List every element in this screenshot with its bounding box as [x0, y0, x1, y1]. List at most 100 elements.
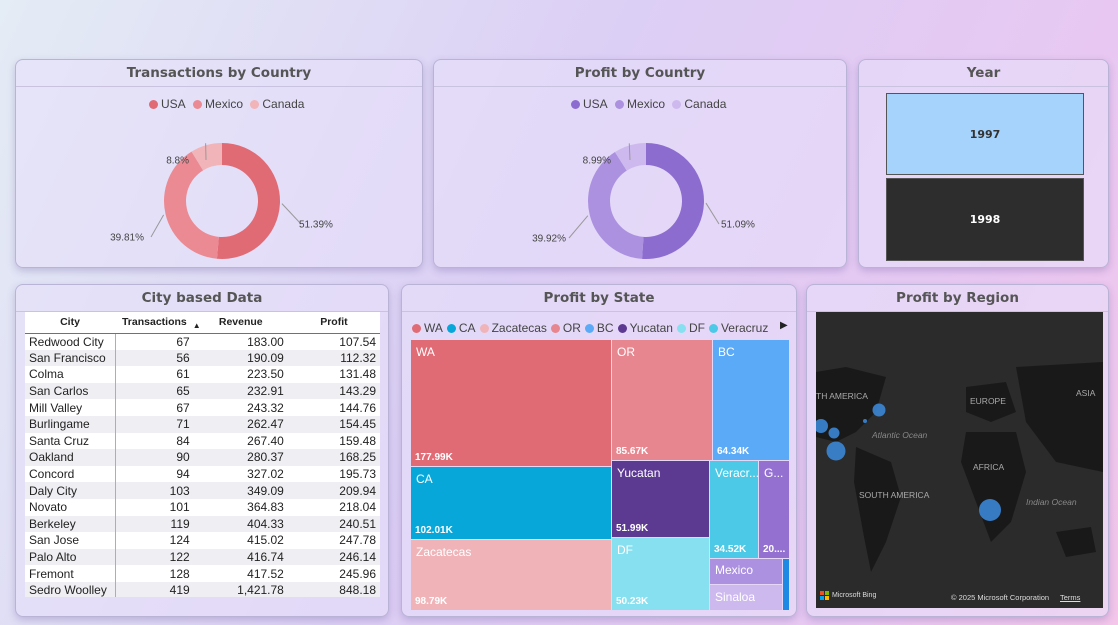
table-cell: 154.45	[287, 415, 380, 433]
treemap-cell-zacatecas[interactable]: Zacatecas 98.79K	[411, 540, 611, 610]
leader-line	[568, 215, 589, 239]
table-row[interactable]: Concord 94 327.02 195.73	[25, 465, 380, 483]
donut-slice-usa[interactable]	[216, 143, 281, 259]
table-row[interactable]: Burlingame 71 262.47 154.45	[25, 415, 380, 433]
legend-dot	[550, 323, 560, 333]
legend-item[interactable]: BC	[584, 321, 614, 335]
table-row[interactable]: Fremont 128 417.52 245.96	[25, 565, 380, 582]
legend-item[interactable]: Veracruz	[708, 321, 768, 335]
legend-item[interactable]: DF	[676, 321, 705, 335]
transactions-chart-title: Transactions by Country	[16, 60, 422, 87]
table-cell: 240.51	[287, 515, 380, 533]
table-row[interactable]: Palo Alto 122 416.74 246.14	[25, 548, 380, 566]
treemap-cell-ca[interactable]: CA 102.01K	[411, 467, 611, 539]
table-row[interactable]: Novato 101 364.83 218.04	[25, 498, 380, 516]
map-bubble[interactable]	[826, 441, 846, 461]
table-row[interactable]: San Jose 124 415.02 247.78	[25, 532, 380, 549]
year-option-label: 1998	[969, 213, 1001, 226]
table-cell: 131.48	[339, 367, 376, 382]
treemap-cell-g[interactable]: G... 20....	[759, 461, 789, 558]
table-cell: 243.32	[247, 400, 284, 415]
table-cell: San Carlos	[25, 382, 116, 400]
bing-attribution: Microsoft Bing	[820, 591, 876, 600]
map-bubble[interactable]	[863, 419, 867, 423]
table-cell: 61	[176, 367, 190, 382]
table-cell: Santa Cruz	[25, 432, 116, 450]
treemap-cell-veracruz[interactable]: Veracr... 34.52K	[710, 461, 758, 558]
table-cell: 415.02	[247, 533, 284, 548]
year-option-1997[interactable]: 1997	[886, 93, 1084, 175]
treemap-cell-bc[interactable]: BC 64.34K	[713, 340, 789, 460]
column-header-transactions[interactable]: Transactions	[115, 312, 194, 334]
year-option-label: 1997	[969, 127, 1001, 141]
treemap-cell-other[interactable]	[783, 559, 789, 610]
leader-line	[150, 214, 165, 238]
table-row[interactable]: Oakland 90 280.37 168.25	[25, 449, 380, 466]
map-bubble[interactable]	[828, 427, 840, 439]
legend-item[interactable]: CA	[446, 321, 476, 335]
table-cell: 122	[115, 548, 194, 566]
scrollbar-thumb[interactable]	[388, 316, 389, 356]
cell-value: 102.01K	[415, 525, 453, 536]
table-cell: Concord	[25, 465, 116, 483]
legend-dot	[412, 323, 421, 333]
treemap-cell-wa[interactable]: WA 177.99K	[411, 340, 611, 466]
data-label: 51.39%	[299, 220, 333, 231]
legend-item[interactable]: Yucatan	[617, 321, 673, 335]
table-row[interactable]: Mill Valley 67 243.32 144.76	[25, 399, 380, 416]
treemap-cell-mexico[interactable]: Mexico	[710, 559, 782, 584]
map-bubble[interactable]	[979, 499, 1001, 521]
table-row[interactable]: Redwood City 67 183.00 107.54	[25, 333, 380, 350]
column-header-city[interactable]: City	[25, 312, 116, 334]
table-row[interactable]: San Carlos 65 232.91 143.29	[25, 382, 380, 400]
year-option-1998[interactable]: 1998	[886, 178, 1084, 261]
table-row[interactable]: Santa Cruz 84 267.40 159.48	[25, 432, 380, 450]
treemap-cell-yucatan[interactable]: Yucatan 51.99K	[612, 461, 709, 537]
table-cell: 107.54	[339, 334, 376, 349]
table-cell: 67	[176, 400, 190, 415]
city-table-body: Redwood City 67 183.00 107.54 San Francisco 5…	[25, 333, 380, 597]
profit-country-donut-chart[interactable]: 51.09% 39.92% 8.99%	[434, 87, 847, 268]
table-row[interactable]: Berkeley 119 404.33 240.51	[25, 515, 380, 533]
table-cell: 417.52	[247, 566, 284, 581]
table-cell: 112.32	[287, 349, 380, 367]
table-row[interactable]: San Francisco 56 190.09 112.32	[25, 349, 380, 367]
table-cell: 67	[176, 334, 190, 349]
table-row[interactable]: Colma 61 223.50 131.48	[25, 366, 380, 383]
donut-slice-mexico[interactable]	[164, 151, 219, 259]
cell-value: 51.99K	[616, 523, 649, 534]
column-header-profit[interactable]: Profit	[287, 312, 380, 334]
map-terms-link[interactable]: Terms	[1060, 593, 1080, 602]
treemap-cell-sinaloa[interactable]: Sinaloa	[710, 585, 782, 610]
map-bubble[interactable]	[872, 403, 886, 417]
asia-land	[1016, 362, 1103, 472]
legend-item[interactable]: Zacatecas	[479, 321, 547, 335]
world-map[interactable]: TH AMERICA EUROPE ASIA Atlantic Ocean AF…	[816, 312, 1103, 608]
table-row[interactable]: Sedro Woolley 419 1,421.78 848.18	[25, 581, 380, 597]
legend-label: BC	[596, 321, 614, 335]
treemap-cell-or[interactable]: OR 85.67K	[612, 340, 712, 460]
donut-slice-mexico[interactable]	[588, 152, 644, 259]
transactions-donut-chart[interactable]: 51.39% 39.81% 8.8%	[16, 87, 423, 268]
table-header-row: City Transactions ▲ Revenue Profit	[25, 312, 380, 334]
year-slicer-card: Year 1997 1998	[858, 59, 1109, 268]
column-header-label: Revenue	[218, 316, 263, 329]
legend-item[interactable]: OR	[550, 321, 581, 335]
legend-item[interactable]: WA	[412, 321, 443, 335]
donut-slice-usa[interactable]	[642, 143, 705, 259]
table-scrollbar[interactable]	[388, 316, 389, 596]
legend-next-icon[interactable]: ▶	[780, 320, 788, 331]
city-data-card: City based Data City Transactions ▲ Reve…	[15, 284, 389, 617]
south-america-land	[854, 447, 901, 572]
data-label: 51.09%	[721, 220, 755, 231]
column-header-revenue[interactable]: ▲ Revenue	[193, 312, 288, 334]
cell-name: G...	[764, 466, 784, 480]
microsoft-logo-icon	[820, 591, 829, 600]
table-cell: 280.37	[193, 449, 288, 466]
data-label: 8.99%	[583, 156, 611, 167]
table-cell: San Francisco	[25, 349, 116, 367]
treemap-cell-df[interactable]: DF 50.23K	[612, 538, 709, 610]
table-cell: Colma	[25, 366, 116, 383]
year-slicer-title: Year	[859, 60, 1108, 87]
table-row[interactable]: Daly City 103 349.09 209.94	[25, 482, 380, 499]
